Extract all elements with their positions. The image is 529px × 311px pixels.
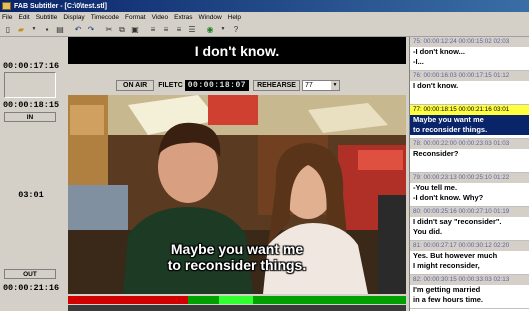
subtitle-item-text: -You tell me. (413, 183, 458, 192)
timecode-panel: 00:00:17:16 00:00:18:15 IN 03:01 OUT 00:… (0, 37, 62, 311)
copy-icon[interactable]: ⧉ (116, 24, 128, 35)
open-folder-icon[interactable]: ▰ (15, 24, 27, 35)
paste-icon[interactable]: ▣ (129, 24, 141, 35)
subtitle-list-item[interactable]: 75: 00:00:12:24 00:00:15:02 02:03 -I don'… (410, 37, 529, 71)
align-center-icon[interactable]: ≡ (160, 24, 172, 35)
subtitle-list-item[interactable]: 82: 00:00:30:15 00:00:33:03 02:13 I'm get… (410, 275, 529, 309)
progress-current-subtitle (219, 296, 253, 304)
subtitle-item-header: 76: 00:00:16:03 00:00:17:15 01:12 (410, 71, 529, 81)
subtitle-item-text: I didn't say "reconsider". (413, 217, 502, 226)
subtitle-list-item[interactable]: 80: 00:00:25:16 00:00:27:10 01:19 I didn'… (410, 207, 529, 241)
video-subtitle-line2: to reconsider things. (167, 257, 307, 273)
print-icon[interactable]: ▤ (54, 24, 66, 35)
subtitle-number-select[interactable]: 77 ▼ (301, 79, 340, 91)
align-right-icon[interactable]: ≡ (173, 24, 185, 35)
tc-in-box (4, 72, 56, 98)
subtitle-item-text: I don't know. (413, 81, 459, 90)
title-bar: FAB Subtitler - [C:\0\test.stl] (0, 0, 529, 12)
menu-window[interactable]: Window (199, 14, 222, 21)
tc-out-bottom-display: 00:00:21:16 (2, 283, 60, 293)
subtitle-item-text: to reconsider things. (410, 125, 529, 135)
video-frame: Maybe you want me to reconsider things. (68, 95, 406, 294)
filetc-label: FILETC (158, 81, 183, 89)
subtitle-list-item[interactable]: 81: 00:00:27:17 00:00:30:12 02:20 Yes. Bu… (410, 241, 529, 275)
justify-icon[interactable]: ☰ (186, 24, 198, 35)
menu-bar: File Edit Subtitle Display Timecode Form… (0, 12, 529, 23)
subtitle-item-header: 75: 00:00:12:24 00:00:15:02 02:03 (410, 37, 529, 47)
menu-display[interactable]: Display (63, 14, 84, 21)
menu-extras[interactable]: Extras (174, 14, 192, 21)
subtitle-item-text: -I... (413, 57, 424, 66)
bottom-strip (68, 305, 406, 311)
subtitle-item-text: Reconsider? (413, 149, 459, 158)
subtitle-item-header: 78: 00:00:22:00 00:00:23:03 01:03 (410, 139, 529, 149)
subtitle-item-text: I'm getting married (413, 285, 481, 294)
cut-icon[interactable]: ✂ (103, 24, 115, 35)
on-air-button[interactable]: ON AIR (116, 79, 155, 91)
menu-format[interactable]: Format (125, 14, 146, 21)
subtitle-list[interactable]: 75: 00:00:12:24 00:00:15:02 02:03 -I don'… (409, 37, 529, 311)
window-title: FAB Subtitler - [C:\0\test.stl] (14, 2, 107, 10)
menu-edit[interactable]: Edit (18, 14, 29, 21)
new-file-icon[interactable]: ▯ (2, 24, 14, 35)
subtitle-item-header: 82: 00:00:30:15 00:00:33:03 02:13 (410, 275, 529, 285)
help-icon[interactable]: ? (230, 24, 242, 35)
duration-display: 03:01 (18, 190, 44, 200)
subtitle-item-text: -I don't know. Why? (413, 193, 484, 202)
subtitle-number-value: 77 (304, 81, 313, 89)
subtitle-list-item[interactable]: 79: 00:00:23:13 00:00:25:10 01:22 -You te… (410, 173, 529, 207)
subtitle-list-item[interactable]: 78: 00:00:22:00 00:00:23:03 01:03 Reconsi… (410, 139, 529, 173)
dropdown-arrow-icon[interactable]: ▼ (217, 24, 229, 35)
menu-subtitle[interactable]: Subtitle (36, 14, 58, 21)
subtitle-item-text: I might reconsider, (413, 261, 480, 270)
menu-help[interactable]: Help (228, 14, 241, 21)
subtitle-item-header: 77: 00:00:18:15 00:00:21:16 03:01 (410, 105, 529, 115)
playback-progress-bar[interactable] (68, 296, 406, 304)
video-preview-icon[interactable]: ◉ (204, 24, 216, 35)
tc-in-display: 00:00:17:16 (2, 61, 60, 71)
menu-video[interactable]: Video (152, 14, 169, 21)
align-left-icon[interactable]: ≡ (147, 24, 159, 35)
menu-file[interactable]: File (2, 14, 12, 21)
subtitle-item-header: 80: 00:00:25:16 00:00:27:10 01:19 (410, 207, 529, 217)
subtitle-item-text: -I don't know... (413, 47, 465, 56)
subtitle-item-text: in a few hours time. (413, 295, 484, 304)
rehearse-button[interactable]: REHEARSE (253, 79, 300, 91)
dropdown-arrow-icon[interactable]: ▼ (28, 24, 40, 35)
current-subtitle-preview: I don't know. (68, 37, 406, 64)
subtitle-item-header: 81: 00:00:27:17 00:00:30:12 02:20 (410, 241, 529, 251)
filetc-display: 00:00:18:07 (184, 79, 250, 91)
save-icon[interactable]: ▪ (41, 24, 53, 35)
video-subtitle-line1: Maybe you want me (170, 241, 304, 257)
subtitle-list-item[interactable]: 76: 00:00:16:03 00:00:17:15 01:12 I don't… (410, 71, 529, 105)
chevron-down-icon[interactable]: ▼ (330, 80, 339, 90)
subtitle-item-text: You did. (413, 227, 443, 236)
in-button[interactable]: IN (4, 112, 56, 122)
progress-played (68, 296, 188, 304)
toolbar: ▯ ▰ ▼ ▪ ▤ ↶ ↷ ✂ ⧉ ▣ ≡ ≡ ≡ ☰ ◉ ▼ ? (0, 23, 529, 37)
app-icon (2, 2, 11, 10)
out-button[interactable]: OUT (4, 269, 56, 279)
control-bar: ON AIR FILETC 00:00:18:07 REHEARSE 77 ▼ (68, 78, 406, 92)
subtitle-item-header: 79: 00:00:23:13 00:00:25:10 01:22 (410, 173, 529, 183)
subtitle-list-item[interactable]: 77: 00:00:18:15 00:00:21:16 03:01 Maybe y… (410, 105, 529, 139)
undo-icon[interactable]: ↶ (72, 24, 84, 35)
menu-timecode[interactable]: Timecode (91, 14, 119, 21)
subtitle-item-text: Yes. But however much (413, 251, 498, 260)
subtitle-item-text: Maybe you want me (410, 115, 529, 125)
tc-out-display: 00:00:18:15 (2, 100, 60, 110)
redo-icon[interactable]: ↷ (85, 24, 97, 35)
